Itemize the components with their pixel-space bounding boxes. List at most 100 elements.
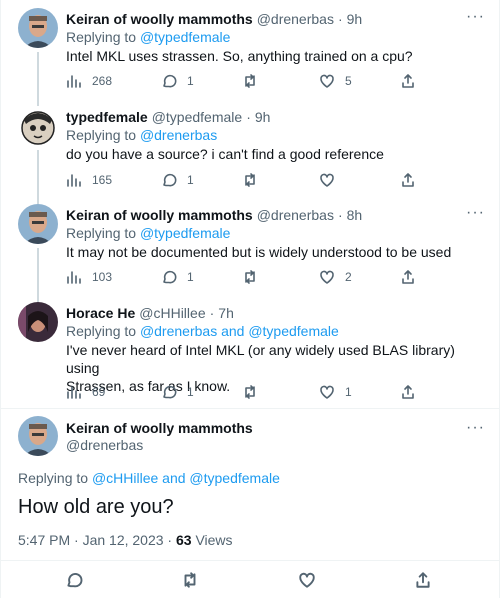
timestamp[interactable]: 9h [347,11,363,27]
more-icon[interactable]: ··· [466,420,485,436]
like-button[interactable]: 1 [319,383,352,401]
share-button[interactable] [414,571,432,592]
tweet[interactable]: typedfemale @typedfemale · 9h Replying t… [1,100,499,198]
like-button[interactable]: 2 [319,268,352,286]
replying-prefix: Replying to [66,225,140,241]
avatar[interactable] [18,302,58,342]
retweet-button[interactable] [242,72,258,90]
tweet-header: Horace He @cHHillee · 7h [66,304,485,322]
thread-connector [37,248,39,296]
replying-to: Replying to @typedfemale [66,224,485,242]
views-button[interactable]: 165 [66,171,112,189]
more-icon[interactable]: ··· [466,205,485,221]
tweet[interactable]: Keiran of woolly mammoths @drenerbas · 9… [1,0,499,100]
mention-link[interactable]: @drenerbas and @typedfemale [140,323,339,339]
reply-count: 1 [187,173,194,187]
timestamp[interactable]: 9h [255,109,271,125]
tweet-header: Keiran of woolly mammoths @drenerbas · 8… [66,206,485,224]
like-button[interactable]: 5 [319,72,352,90]
reply-count: 1 [187,270,194,284]
retweet-icon [184,572,196,588]
views-icon [67,174,81,187]
user-handle[interactable]: @typedfemale [152,109,242,125]
views-count: 165 [92,173,113,187]
mention-link[interactable]: @typedfemale [140,225,230,241]
divider [1,560,499,561]
display-name[interactable]: Keiran of woolly mammoths [66,207,253,223]
share-icon [416,572,430,588]
like-button[interactable] [298,571,316,592]
like-count: 2 [345,270,352,284]
like-icon [299,572,315,588]
share-icon [402,173,414,187]
focused-display-name[interactable]: Keiran of woolly mammoths [66,420,253,436]
share-button[interactable] [400,171,416,189]
user-handle[interactable]: @drenerbas [257,11,334,27]
separator: · [337,11,343,27]
focused-tweet-actions [1,571,499,591]
share-button[interactable] [400,72,416,90]
mention-link[interactable]: @cHHillee and @typedfemale [92,470,280,486]
timestamp[interactable]: 8h [347,207,363,223]
share-icon [402,270,414,284]
display-name[interactable]: Horace He [66,305,135,321]
views-count[interactable]: 63 [176,532,192,548]
avatar[interactable] [18,8,58,48]
tweet-text: Intel MKL uses strassen. So, anything tr… [66,48,413,64]
reply-icon [163,173,177,187]
reply-button[interactable]: 1 [161,72,194,90]
display-name[interactable]: Keiran of woolly mammoths [66,11,253,27]
share-button[interactable] [400,383,416,401]
mention-link[interactable]: @typedfemale [140,29,230,45]
separator: · [246,109,251,125]
tweet-timestamp[interactable]: 5:47 PM · Jan 12, 2023 · [18,532,176,548]
mention-link[interactable]: @drenerbas [140,127,217,143]
like-icon [320,270,334,284]
tweet-thread: Keiran of woolly mammoths @drenerbas · 9… [0,0,500,598]
focused-tweet-text: How old are you? [18,496,174,518]
timestamp[interactable]: 7h [218,305,234,321]
share-icon [402,385,414,399]
retweet-button[interactable] [242,268,258,286]
reply-button[interactable] [65,571,83,592]
tweet[interactable]: Keiran of woolly mammoths @drenerbas · 8… [1,198,499,296]
like-icon [320,385,334,399]
avatar[interactable] [18,204,58,244]
tweet-header: Keiran of woolly mammoths @drenerbas · 9… [66,10,485,28]
tweet-actions: 69 1 1 [66,383,416,401]
more-icon[interactable]: ··· [466,9,485,25]
avatar[interactable] [18,106,58,146]
avatar[interactable] [18,416,58,456]
user-handle[interactable]: @cHHillee [139,305,205,321]
focused-user-handle[interactable]: @drenerbas [66,437,143,453]
retweet-button[interactable] [242,383,258,401]
thread-connector [37,150,39,198]
reply-icon [163,74,177,88]
reply-button[interactable]: 1 [161,268,194,286]
replying-to: Replying to @drenerbas and @typedfemale [66,322,485,340]
views-icon [67,75,81,88]
views-count: 103 [92,270,113,284]
retweet-icon [245,173,255,187]
reply-button[interactable]: 1 [161,171,194,189]
views-label: Views [191,532,233,548]
retweet-icon [245,385,255,399]
views-button[interactable]: 103 [66,268,112,286]
views-button[interactable]: 69 [66,383,105,401]
tweet-text-line: I've never heard of Intel MKL (or any wi… [66,342,455,376]
separator: · [209,305,215,321]
thread-connector [37,52,39,100]
reply-button[interactable]: 1 [161,383,194,401]
retweet-button[interactable] [181,571,199,592]
display-name[interactable]: typedfemale [66,109,148,125]
share-button[interactable] [400,268,416,286]
retweet-button[interactable] [242,171,258,189]
replying-prefix: Replying to [66,323,140,339]
reply-count: 1 [187,385,194,399]
views-button[interactable]: 268 [66,72,112,90]
like-button[interactable] [319,171,335,189]
views-icon [67,271,81,284]
tweet-actions: 103 1 2 [66,268,416,286]
user-handle[interactable]: @drenerbas [257,207,334,223]
tweet[interactable]: Horace He @cHHillee · 7h Replying to @dr… [1,296,499,408]
